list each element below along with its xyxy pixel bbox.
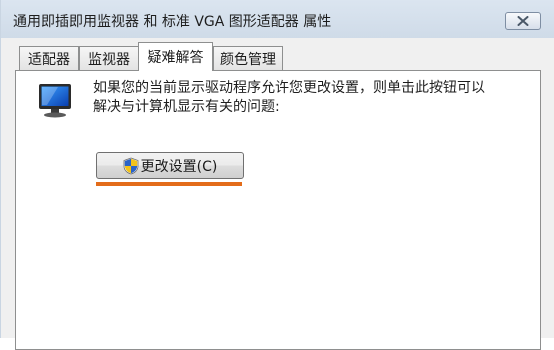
description-line-2: 解决与计算机显示有关的问题: (93, 99, 280, 115)
tab-strip: 适配器 监视器 疑难解答 颜色管理 (1, 38, 554, 71)
change-settings-label: 更改设置(C) (140, 158, 218, 175)
troubleshoot-description: 如果您的当前显示驱动程序允许您更改设置，则单击此按钮可以 解决与计算机显示有关的… (93, 79, 533, 117)
tab-adapter[interactable]: 适配器 (19, 46, 79, 70)
monitor-icon (38, 83, 74, 123)
troubleshoot-panel: 如果您的当前显示驱动程序允许您更改设置，则单击此按钮可以 解决与计算机显示有关的… (15, 70, 541, 350)
tab-monitor[interactable]: 监视器 (79, 46, 139, 70)
uac-shield-icon (123, 157, 139, 175)
window-title: 通用即插即用监视器 和 标准 VGA 图形适配器 属性 (13, 14, 332, 30)
tab-color-management[interactable]: 颜色管理 (213, 46, 283, 70)
tab-troubleshoot[interactable]: 疑难解答 (138, 42, 213, 71)
change-settings-button[interactable]: 更改设置(C) (96, 152, 244, 179)
close-icon (517, 16, 529, 26)
description-line-1: 如果您的当前显示驱动程序允许您更改设置，则单击此按钮可以 (93, 80, 485, 96)
button-highlight (96, 182, 242, 186)
close-button[interactable] (505, 12, 541, 30)
properties-window: 通用即插即用监视器 和 标准 VGA 图形适配器 属性 适配器 监视器 疑难解答… (0, 0, 554, 350)
title-bar[interactable]: 通用即插即用监视器 和 标准 VGA 图形适配器 属性 (1, 0, 554, 38)
